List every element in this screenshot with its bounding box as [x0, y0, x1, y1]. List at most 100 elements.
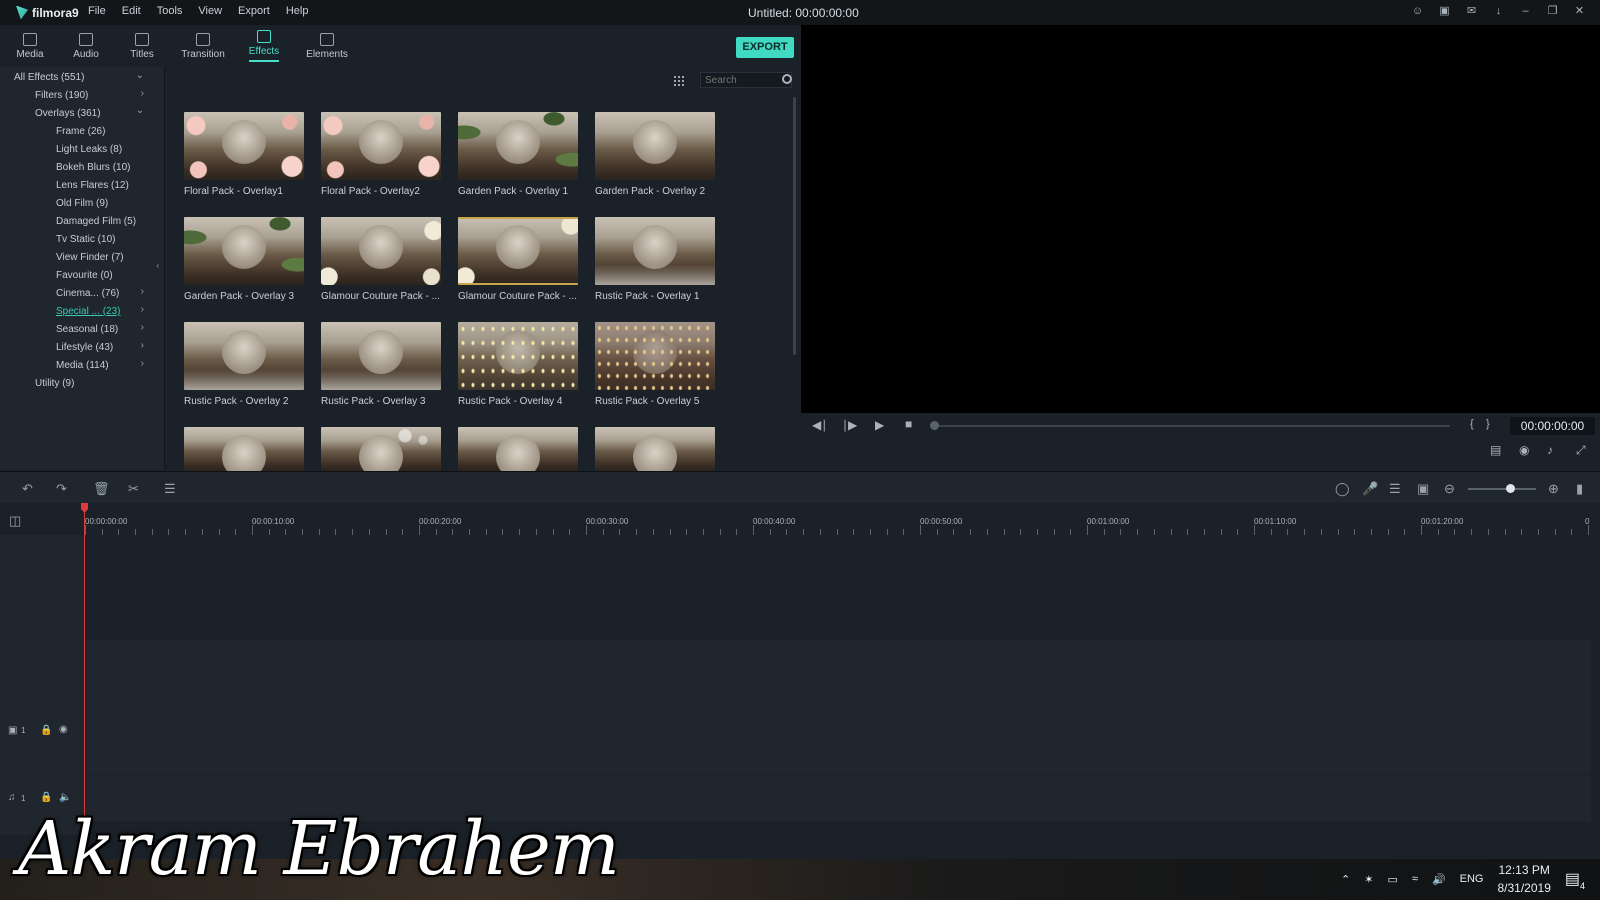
chevron-right-icon[interactable]: › [141, 322, 144, 333]
delete-icon[interactable]: 🗑 [93, 481, 110, 497]
menu-export[interactable]: Export [238, 5, 270, 17]
playback-progress-track[interactable] [935, 425, 1450, 427]
tree-item-frame[interactable]: Frame (26) [56, 126, 105, 137]
save-icon[interactable]: ▣ [1438, 5, 1451, 18]
effect-thumbnail[interactable] [184, 322, 304, 390]
tab-effects[interactable]: Effects [236, 25, 292, 67]
tree-item-overlays[interactable]: Overlays (361) [35, 108, 101, 119]
chevron-right-icon[interactable]: › [141, 340, 144, 351]
step-back-icon[interactable]: ◀∣ [812, 418, 827, 432]
chevron-right-icon[interactable]: › [141, 88, 144, 99]
lock-icon[interactable]: 🔒 [40, 792, 52, 803]
lock-icon[interactable]: 🔒 [40, 725, 52, 736]
account-icon[interactable]: ☺ [1411, 5, 1424, 18]
chevron-right-icon[interactable]: › [141, 358, 144, 369]
effect-thumbnail[interactable] [458, 217, 578, 285]
tree-item-media[interactable]: Media (114) [56, 360, 109, 371]
zoom-in-icon[interactable]: ⊕ [1548, 481, 1559, 497]
clock[interactable]: 12:13 PM 8/31/2019 [1497, 861, 1550, 897]
menu-tools[interactable]: Tools [157, 5, 183, 17]
tree-item-seasonal[interactable]: Seasonal (18) [56, 324, 118, 335]
effect-thumbnail[interactable] [321, 217, 441, 285]
restore-icon[interactable]: ❐ [1546, 5, 1559, 18]
search-input[interactable] [701, 73, 791, 87]
effect-thumbnail[interactable] [321, 112, 441, 180]
redo-icon[interactable]: ↷ [56, 481, 67, 497]
tree-item-damaged-film[interactable]: Damaged Film (5) [56, 216, 136, 227]
playback-progress-knob[interactable] [930, 421, 939, 430]
tree-item-all-effects[interactable]: All Effects (551) [14, 72, 84, 83]
display-settings-icon[interactable]: ▤ [1490, 443, 1501, 457]
stop-icon[interactable]: ■ [905, 417, 912, 431]
effect-thumbnail[interactable] [184, 112, 304, 180]
mark-in-icon[interactable]: { [1470, 418, 1474, 430]
tree-item-lifestyle[interactable]: Lifestyle (43) [56, 342, 113, 353]
snapshot-icon[interactable]: ◉ [1519, 443, 1529, 457]
playhead-line[interactable] [84, 503, 85, 831]
timeline-ruler[interactable] [0, 503, 1600, 535]
tab-media[interactable]: Media [2, 25, 58, 67]
download-icon[interactable]: ↓ [1492, 5, 1505, 18]
chevron-right-icon[interactable]: › [141, 304, 144, 315]
tree-item-tv-static[interactable]: Tv Static (10) [56, 234, 115, 245]
undo-icon[interactable]: ↶ [22, 481, 33, 497]
wifi-icon[interactable]: ≈ [1412, 873, 1418, 885]
effect-thumbnail[interactable] [595, 322, 715, 390]
add-track-icon[interactable]: ◫ [9, 513, 21, 529]
effect-thumbnail[interactable] [184, 427, 304, 471]
mark-out-icon[interactable]: } [1486, 418, 1490, 430]
step-forward-icon[interactable]: ∣▶ [842, 418, 857, 432]
effect-thumbnail[interactable] [458, 427, 578, 471]
chevron-down-icon[interactable]: ⌄ [136, 105, 144, 116]
close-icon[interactable]: ✕ [1573, 5, 1586, 18]
search-icon[interactable] [782, 74, 792, 84]
play-icon[interactable]: ▶ [875, 418, 884, 432]
tree-item-cinema[interactable]: Cinema... (76) [56, 288, 119, 299]
effect-thumbnail[interactable] [184, 217, 304, 285]
tree-item-bokeh-blurs[interactable]: Bokeh Blurs (10) [56, 162, 130, 173]
menu-view[interactable]: View [198, 5, 222, 17]
language-indicator[interactable]: ENG [1460, 873, 1484, 885]
library-scrollbar[interactable] [793, 97, 796, 355]
chevron-up-icon[interactable]: ⌃ [1341, 873, 1350, 886]
effect-thumbnail[interactable] [595, 112, 715, 180]
zoom-slider-track[interactable] [1468, 488, 1536, 490]
tree-item-favourite[interactable]: Favourite (0) [56, 270, 113, 281]
cut-icon[interactable]: ✂ [128, 481, 139, 497]
notifications-icon[interactable]: ▤ 4 [1565, 869, 1585, 891]
video-track-1[interactable] [84, 640, 1591, 774]
tab-titles[interactable]: Titles [114, 25, 170, 67]
panel-toggle-icon[interactable]: ▮ [1576, 481, 1583, 497]
menu-file[interactable]: File [88, 5, 106, 17]
speaker-icon[interactable]: 🔈 [59, 792, 71, 803]
render-preview-icon[interactable]: ▣ [1417, 481, 1429, 497]
tree-item-utility[interactable]: Utility (9) [35, 378, 74, 389]
tab-transition[interactable]: Transition [170, 25, 236, 67]
tab-elements[interactable]: Elements [292, 25, 362, 67]
chevron-right-icon[interactable]: › [141, 286, 144, 297]
collapse-panel-icon[interactable]: ‹ [156, 261, 159, 270]
menu-help[interactable]: Help [286, 5, 309, 17]
volume-tray-icon[interactable]: 🔊 [1432, 873, 1446, 886]
effect-thumbnail[interactable] [321, 322, 441, 390]
marker-icon[interactable]: ◯ [1335, 481, 1350, 497]
tree-item-old-film[interactable]: Old Film (9) [56, 198, 108, 209]
microphone-icon[interactable]: 🎤 [1362, 481, 1378, 497]
effect-thumbnail[interactable] [321, 427, 441, 471]
audio-mixer-icon[interactable]: ☰ [1389, 481, 1401, 497]
zoom-out-icon[interactable]: ⊖ [1444, 481, 1455, 497]
bluetooth-icon[interactable]: ✶ [1364, 873, 1373, 886]
tree-item-view-finder[interactable]: View Finder (7) [56, 252, 124, 263]
mail-icon[interactable]: ✉ [1465, 5, 1478, 18]
grid-view-icon[interactable] [673, 75, 684, 86]
effect-thumbnail[interactable] [595, 427, 715, 471]
fullscreen-icon[interactable]: ⤢ [1576, 443, 1586, 458]
tab-audio[interactable]: Audio [58, 25, 114, 67]
tree-item-special[interactable]: Special ... (23) [56, 306, 120, 317]
effect-thumbnail[interactable] [458, 322, 578, 390]
tree-item-filters[interactable]: Filters (190) [35, 90, 88, 101]
tree-item-light-leaks[interactable]: Light Leaks (8) [56, 144, 122, 155]
battery-icon[interactable]: ▭ [1387, 873, 1397, 886]
export-button[interactable]: EXPORT [736, 37, 794, 58]
minimize-icon[interactable]: – [1519, 5, 1532, 18]
